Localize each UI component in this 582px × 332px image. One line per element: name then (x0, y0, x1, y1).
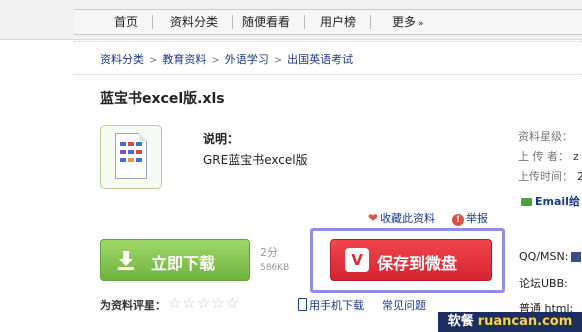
description-label: 说明： (203, 132, 240, 146)
breadcrumb-separator: > (149, 55, 158, 66)
breadcrumb-item[interactable]: 教育资料 (162, 53, 206, 66)
nav-divider (152, 15, 153, 29)
save-to-weipan-button[interactable]: V 保存到微盘 (330, 239, 492, 281)
watermark-en: ruancan.com (477, 314, 573, 329)
description-text: GRE蓝宝书excel版 (203, 153, 308, 167)
grid-cell (128, 158, 134, 162)
nav-divider (232, 15, 233, 29)
document-shape (115, 133, 147, 179)
watermark-logo: 软餐 ruancan.com (438, 312, 582, 332)
qq-msn-label: QQ/MSN: (519, 250, 569, 263)
grid-cell (136, 158, 142, 162)
mobile-download-link[interactable]: 用手机下载 (298, 297, 364, 313)
mobile-download-label: 用手机下载 (309, 299, 364, 312)
page-title: 蓝宝书excel版.xls (100, 91, 225, 107)
breadcrumb-item[interactable]: 外语学习 (225, 53, 269, 66)
nav-home[interactable]: 首页 (114, 13, 138, 31)
upload-time-label: 上传时间： (518, 170, 573, 183)
breadcrumb-separator: > (211, 55, 220, 66)
uploader-label: 上 传 者： (518, 150, 569, 163)
qq-icon[interactable] (571, 252, 582, 262)
download-button[interactable]: 立即下载 (100, 239, 250, 281)
grid-cell (120, 150, 126, 154)
heart-icon: ❤ (368, 211, 379, 225)
email-label: Email给 (535, 195, 580, 208)
breadcrumb-item[interactable]: 出国英语考试 (287, 53, 353, 66)
email-icon (521, 198, 532, 206)
forum-ubb-label: 论坛UBB: (519, 277, 568, 290)
download-label: 立即下载 (151, 254, 216, 273)
download-icon (118, 251, 134, 270)
divider (74, 74, 582, 76)
star-rating[interactable]: ☆☆☆☆☆ (168, 294, 240, 312)
email-link[interactable]: Email给 (521, 193, 580, 209)
uploader-info: 上 传 者： z (518, 148, 579, 164)
favorite-label: 收藏此资料 (380, 212, 436, 225)
nav-categories[interactable]: 资料分类 (170, 13, 218, 31)
rating-info-label: 资料星级： (518, 130, 573, 143)
grid-cell (128, 142, 134, 146)
nav-divider (370, 15, 371, 29)
upload-time-info: 上传时间： 2 (518, 168, 582, 184)
nav-more[interactable]: 更多» (392, 13, 424, 31)
warning-icon: ! (452, 214, 464, 226)
grid-cell (120, 158, 126, 162)
excel-file-icon (100, 125, 162, 189)
divider (74, 41, 582, 43)
qq-msn-row: QQ/MSN: (519, 250, 582, 263)
nav-bar: 首页 资料分类 随便看看 用户榜 更多» (74, 9, 582, 35)
nav-user-rank[interactable]: 用户榜 (320, 13, 356, 31)
double-chevron-icon: » (418, 19, 424, 29)
breadcrumb-separator: > (273, 55, 283, 66)
nav-divider (304, 15, 305, 29)
download-points: 2分 (260, 246, 278, 259)
grid-cell (136, 150, 142, 154)
file-size: 586KB (260, 263, 290, 273)
faq-link[interactable]: 常见问题 (382, 297, 426, 313)
watermark-cn: 软餐 (447, 314, 474, 329)
breadcrumb-item[interactable]: 资料分类 (100, 53, 144, 66)
favorite-link[interactable]: ❤ 收藏此资料 (368, 210, 435, 226)
report-link[interactable]: ! 举报 (452, 210, 488, 226)
breadcrumb: 资料分类 > 教育资料 > 外语学习 > 出国英语考试 (100, 51, 353, 67)
report-label: 举报 (466, 212, 488, 225)
phone-icon (298, 298, 307, 311)
grid-cell (136, 142, 142, 146)
download-stats: 2分 586KB (260, 244, 289, 274)
nav-browse[interactable]: 随便看看 (242, 13, 290, 31)
upload-time-value: 2 (577, 170, 582, 183)
rate-label: 为资料评星： (100, 299, 166, 312)
weipan-icon: V (345, 248, 369, 272)
uploader-value[interactable]: z (573, 150, 579, 163)
top-nav: 首页 资料分类 随便看看 用户榜 更多» (0, 0, 582, 40)
save-label: 保存到微盘 (377, 254, 458, 273)
grid-cell (120, 142, 126, 146)
nav-more-label: 更多 (392, 15, 417, 29)
grid-cell (128, 150, 134, 154)
page-fold (139, 133, 147, 141)
